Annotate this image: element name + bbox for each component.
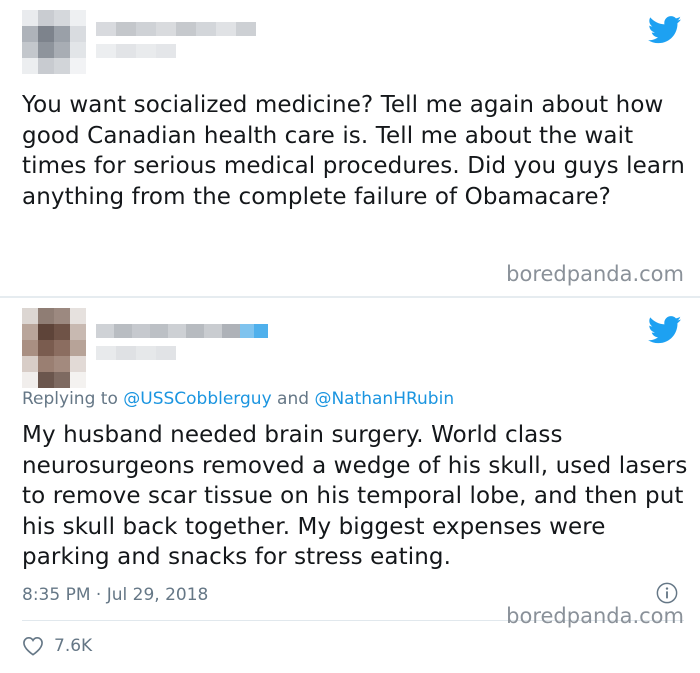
mention-link-2[interactable]: @NathanHRubin — [314, 389, 454, 409]
avatar[interactable] — [22, 308, 86, 388]
reply-prefix: Replying to — [22, 389, 124, 409]
twitter-bird-icon[interactable] — [648, 16, 682, 44]
watermark: boredpanda.com — [506, 604, 684, 628]
tweet-body: My husband needed brain surgery. World c… — [22, 422, 688, 570]
tweet-body: You want socialized medicine? Tell me ag… — [22, 92, 685, 210]
blurred-handle — [96, 346, 176, 360]
blurred-handle — [96, 44, 176, 58]
replying-to: Replying to @USSCobblerguy and @NathanHR… — [22, 389, 454, 409]
tweet-card-2: Replying to @USSCobblerguy and @NathanHR… — [0, 298, 700, 673]
avatar[interactable] — [22, 10, 86, 74]
info-icon[interactable] — [656, 582, 678, 604]
mention-link-1[interactable]: @USSCobblerguy — [123, 389, 271, 409]
blurred-username[interactable] — [96, 324, 268, 338]
reply-and: and — [271, 389, 315, 409]
blurred-username[interactable] — [96, 22, 256, 36]
heart-icon[interactable] — [22, 636, 44, 656]
like-button[interactable]: 7.6K — [22, 636, 92, 656]
twitter-bird-icon[interactable] — [648, 316, 682, 344]
like-count: 7.6K — [54, 636, 93, 656]
tweet-card-1: You want socialized medicine? Tell me ag… — [0, 0, 700, 296]
tweet-timestamp[interactable]: 8:35 PM · Jul 29, 2018 — [22, 585, 208, 605]
watermark: boredpanda.com — [506, 262, 684, 286]
